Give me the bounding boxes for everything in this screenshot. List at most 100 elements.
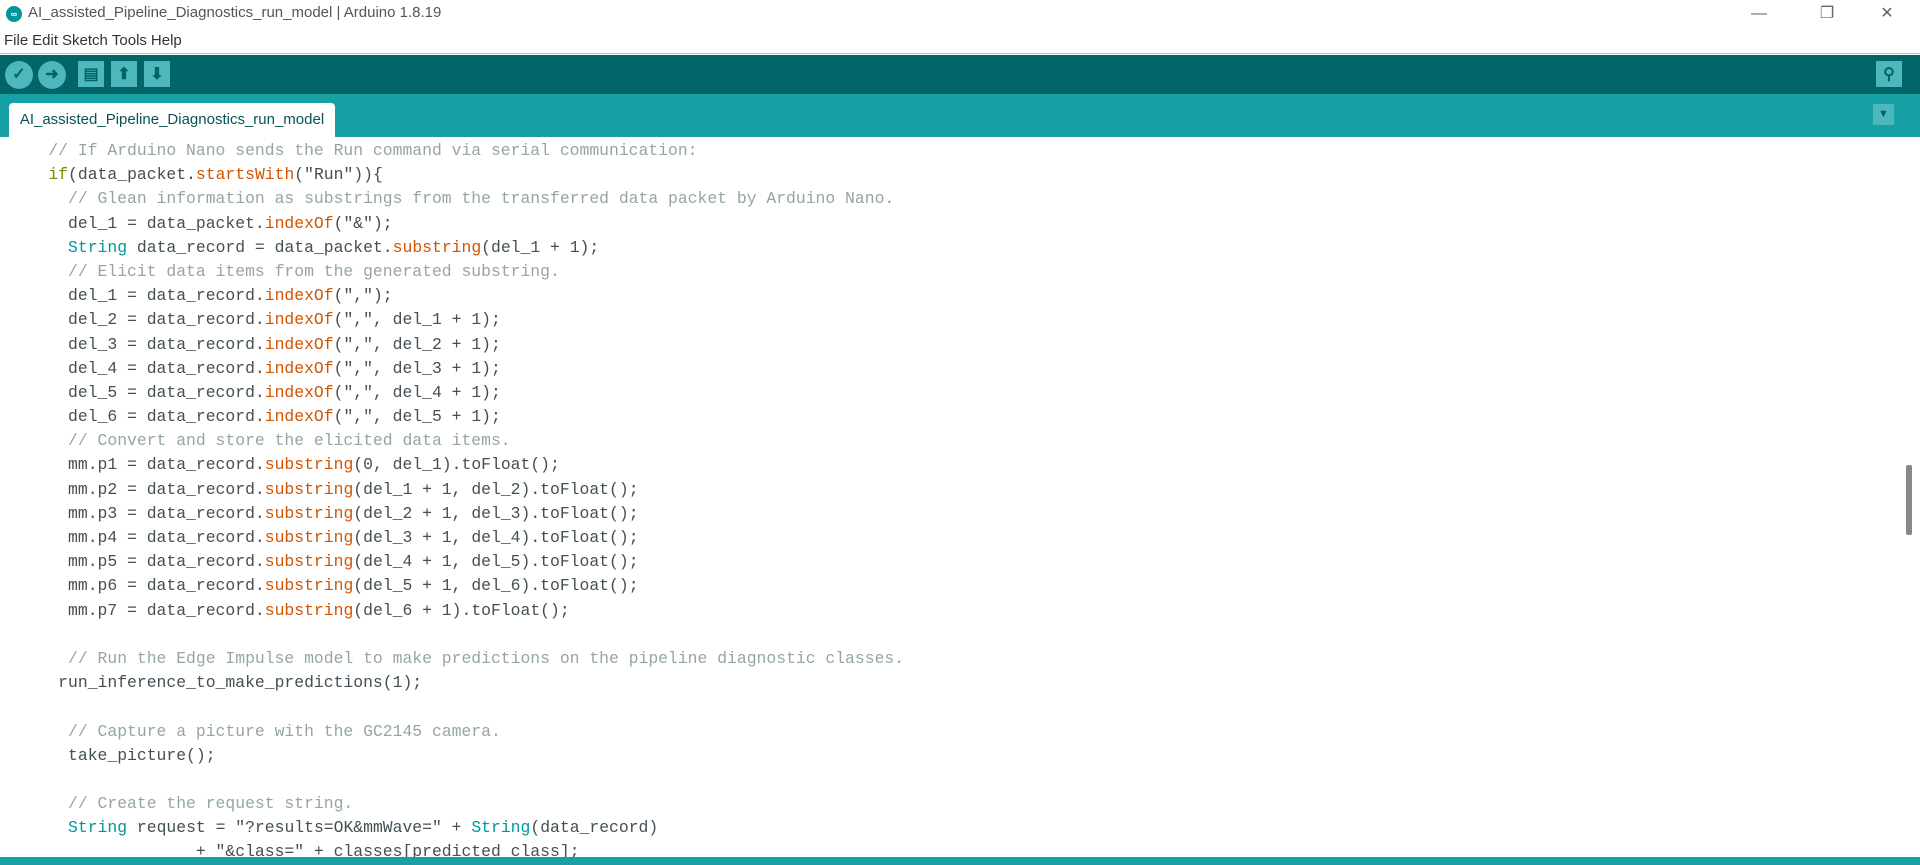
code-text: mm.p7 = data_record. — [9, 600, 265, 620]
tab-menu-chevron-down-icon[interactable]: ▼ — [1873, 104, 1894, 125]
code-method: indexOf — [264, 334, 334, 354]
new-sketch-button[interactable]: ▤ — [78, 61, 104, 87]
code-text: request = "?results=OK&mmWave=" + — [127, 818, 472, 838]
tab-sketch[interactable]: AI_assisted_Pipeline_Diagnostics_run_mod… — [9, 103, 335, 137]
verify-button[interactable]: ✓ — [5, 61, 33, 89]
code-type: String — [471, 818, 531, 838]
code-line: mm.p7 = data_record.substring(del_6 + 1)… — [9, 599, 904, 623]
menu-file[interactable]: File — [0, 30, 28, 49]
code-line: del_4 = data_record.indexOf(",", del_3 +… — [9, 357, 904, 381]
code-line: mm.p5 = data_record.substring(del_4 + 1,… — [9, 550, 904, 574]
code-line: del_6 = data_record.indexOf(",", del_5 +… — [9, 405, 904, 429]
code-method: indexOf — [264, 310, 334, 330]
arduino-logo-icon: ∞ — [6, 6, 22, 22]
code-line: mm.p2 = data_record.substring(del_1 + 1,… — [9, 478, 904, 502]
restore-button[interactable]: ❐ — [1804, 0, 1850, 28]
code-lines: // If Arduino Nano sends the Run command… — [9, 139, 904, 857]
code-text: mm.p1 = data_record. — [9, 455, 265, 475]
code-comment: // Convert and store the elicited data i… — [9, 431, 511, 451]
code-comment: // Glean information as substrings from … — [9, 189, 895, 209]
code-line: mm.p1 = data_record.substring(0, del_1).… — [9, 453, 904, 477]
code-text: ("&"); — [333, 213, 393, 233]
code-text: (0, del_1).toFloat(); — [353, 455, 560, 475]
code-line: String request = "?results=OK&mmWave=" +… — [9, 816, 904, 840]
code-text: (",", del_1 + 1); — [333, 310, 501, 330]
code-text: ("Run")){ — [294, 165, 383, 185]
code-line: del_3 = data_record.indexOf(",", del_2 +… — [9, 333, 904, 357]
code-method: substring — [264, 479, 354, 499]
minimize-button[interactable]: — — [1736, 0, 1782, 28]
code-text: (",", del_2 + 1); — [333, 334, 501, 354]
code-method: startsWith — [195, 165, 295, 185]
code-method: substring — [264, 600, 354, 620]
code-method: substring — [264, 455, 354, 475]
save-button[interactable]: ⬇ — [144, 61, 170, 87]
code-text: (",", del_4 + 1); — [333, 382, 501, 402]
code-line: run_inference_to_make_predictions(1); — [9, 671, 904, 695]
window-title: AI_assisted_Pipeline_Diagnostics_run_mod… — [28, 4, 442, 21]
serial-monitor-button[interactable]: ⚲ — [1876, 61, 1902, 87]
code-line: del_1 = data_packet.indexOf("&"); — [9, 212, 904, 236]
code-comment: // Elicit data items from the generated … — [9, 261, 560, 281]
code-text: mm.p6 = data_record. — [9, 576, 265, 596]
upload-button[interactable]: ➜ — [38, 61, 66, 89]
menu-help[interactable]: Help — [147, 30, 182, 49]
code-text: (del_5 + 1, del_6).toFloat(); — [353, 576, 639, 596]
code-comment: // Run the Edge Impulse model to make pr… — [9, 648, 905, 668]
code-line: del_1 = data_record.indexOf(","); — [9, 284, 904, 308]
toolbar: ✓ ➜ ▤ ⬆ ⬇ ⚲ — [0, 55, 1920, 94]
code-text: run_inference_to_make_predictions(1); — [9, 673, 423, 693]
code-editor[interactable]: // If Arduino Nano sends the Run command… — [0, 137, 1920, 857]
code-line: // Capture a picture with the GC2145 cam… — [9, 720, 904, 744]
code-text: del_1 = data_packet. — [9, 213, 265, 233]
code-text: mm.p4 = data_record. — [9, 528, 265, 547]
code-method: indexOf — [264, 407, 334, 427]
code-line: // Elicit data items from the generated … — [9, 260, 904, 284]
code-line: // If Arduino Nano sends the Run command… — [9, 139, 904, 163]
code-text: (",", del_5 + 1); — [333, 407, 501, 427]
code-comment: // Create the request string. — [9, 794, 354, 814]
status-bar — [0, 857, 1920, 865]
code-method: indexOf — [264, 213, 334, 233]
code-method: substring — [264, 576, 354, 596]
code-line: // Convert and store the elicited data i… — [9, 429, 904, 453]
code-keyword: if — [48, 165, 69, 185]
code-type: String — [68, 818, 128, 838]
code-type: String — [68, 237, 128, 257]
code-text: data_record = data_packet. — [127, 237, 393, 257]
code-method: indexOf — [264, 286, 334, 306]
open-button[interactable]: ⬆ — [111, 61, 137, 87]
code-line: if(data_packet.startsWith("Run")){ — [9, 163, 904, 187]
vertical-scrollbar[interactable] — [1906, 465, 1912, 535]
code-text: (del_4 + 1, del_5).toFloat(); — [353, 552, 639, 572]
code-line: + "&class=" + classes[predicted_class]; — [9, 840, 904, 857]
code-comment: // Capture a picture with the GC2145 cam… — [9, 721, 501, 741]
code-text: (data_record) — [530, 818, 659, 838]
code-text: take_picture(); — [9, 745, 216, 765]
code-text: (del_3 + 1, del_4).toFloat(); — [353, 528, 639, 547]
code-text: (del_1 + 1, del_2).toFloat(); — [353, 479, 639, 499]
menu-tools[interactable]: Tools — [108, 30, 147, 49]
menu-sketch[interactable]: Sketch — [58, 30, 108, 49]
close-button[interactable]: ✕ — [1864, 0, 1910, 28]
code-line: // Glean information as substrings from … — [9, 187, 904, 211]
menu-edit[interactable]: Edit — [28, 30, 58, 49]
code-comment: // If Arduino Nano sends the Run command… — [9, 141, 698, 160]
code-text: del_5 = data_record. — [9, 382, 265, 402]
code-line: mm.p6 = data_record.substring(del_5 + 1,… — [9, 574, 904, 598]
tab-bar: AI_assisted_Pipeline_Diagnostics_run_mod… — [0, 94, 1920, 137]
code-line: String data_record = data_packet.substri… — [9, 236, 904, 260]
code-text: mm.p2 = data_record. — [9, 479, 265, 499]
code-method: substring — [264, 503, 354, 523]
code-line: mm.p4 = data_record.substring(del_3 + 1,… — [9, 526, 904, 550]
code-line: take_picture(); — [9, 744, 904, 768]
code-method: substring — [264, 528, 354, 547]
title-bar: ∞ AI_assisted_Pipeline_Diagnostics_run_m… — [0, 0, 1920, 28]
code-text: del_1 = data_record. — [9, 286, 265, 306]
code-text: (",", del_3 + 1); — [333, 358, 501, 378]
